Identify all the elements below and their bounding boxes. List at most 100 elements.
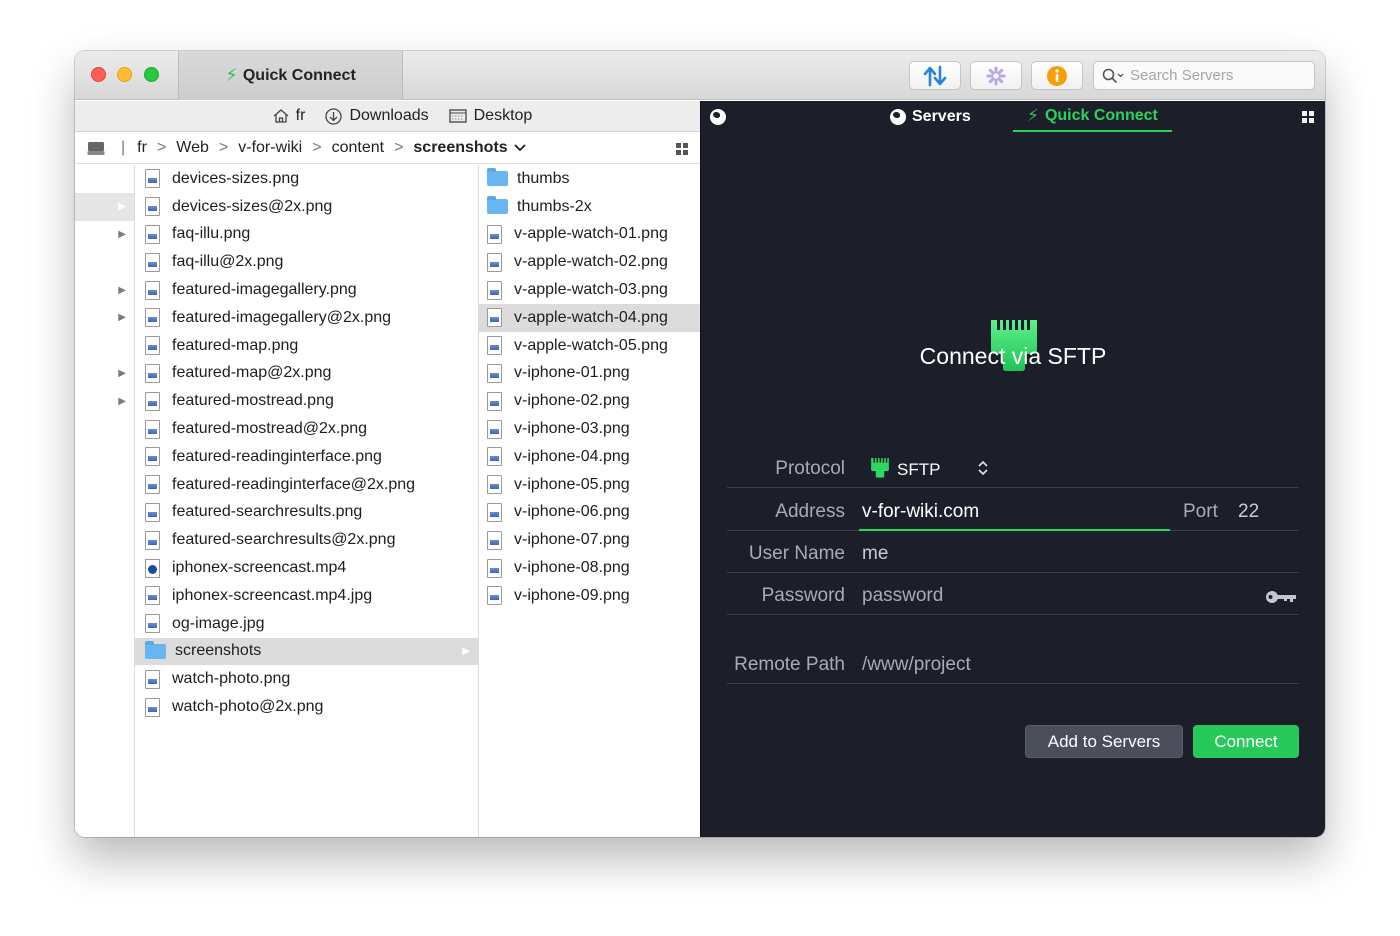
minimize-window-button[interactable] xyxy=(117,67,132,82)
file-row[interactable]: watch-photo@2x.png xyxy=(135,693,478,721)
file-row-selected[interactable]: v-apple-watch-04.png xyxy=(479,303,700,332)
file-row[interactable]: v-apple-watch-05.png xyxy=(479,332,700,360)
key-icon[interactable] xyxy=(1265,589,1297,605)
disclosure-triangle-icon: ▶ xyxy=(118,201,126,213)
up-down-chevron-icon[interactable] xyxy=(977,459,989,477)
file-row[interactable]: featured-map.png xyxy=(135,332,478,360)
file-row[interactable]: featured-readinginterface.png xyxy=(135,443,478,471)
folder-row[interactable]: thumbs-2x xyxy=(479,193,700,221)
file-row[interactable]: faq-illu@2x.png xyxy=(135,248,478,276)
file-row[interactable]: featured-imagegallery.png xyxy=(135,276,478,304)
chevron-down-icon[interactable] xyxy=(514,144,526,152)
globe-icon[interactable] xyxy=(710,109,726,125)
image-file-icon xyxy=(487,475,502,495)
breadcrumb-item[interactable]: v-for-wiki xyxy=(238,139,302,157)
file-row[interactable]: devices-sizes@2x.png xyxy=(135,193,478,221)
file-name: featured-searchresults@2x.png xyxy=(172,531,396,549)
file-row[interactable]: faq-illu.png xyxy=(135,221,478,249)
image-file-icon xyxy=(487,224,502,244)
breadcrumb-item[interactable]: fr xyxy=(137,139,147,157)
password-input[interactable]: password xyxy=(862,585,943,607)
image-file-icon xyxy=(487,447,502,467)
address-input[interactable]: v-for-wiki.com xyxy=(862,501,979,523)
breadcrumb-current[interactable]: screenshots xyxy=(413,139,507,157)
file-name: v-iphone-04.png xyxy=(514,447,630,465)
favorite-fr[interactable]: fr xyxy=(273,107,305,125)
disclosure-triangle-icon: ▶ xyxy=(118,228,126,240)
file-row[interactable]: v-apple-watch-01.png xyxy=(479,221,700,249)
file-row[interactable]: featured-mostread@2x.png xyxy=(135,415,478,443)
file-row[interactable]: featured-searchresults@2x.png xyxy=(135,526,478,554)
file-row[interactable]: featured-mostread.png xyxy=(135,387,478,415)
file-row[interactable]: v-iphone-06.png xyxy=(479,499,700,527)
zoom-window-button[interactable] xyxy=(144,67,159,82)
image-file-icon xyxy=(145,419,160,439)
file-row[interactable]: v-iphone-08.png xyxy=(479,554,700,582)
tab-quick-connect-label: Quick Connect xyxy=(242,66,356,84)
image-file-icon xyxy=(145,697,160,717)
info-button[interactable] xyxy=(1031,61,1083,90)
file-name: featured-readinginterface.png xyxy=(172,447,382,465)
file-row[interactable]: v-iphone-09.png xyxy=(479,582,700,610)
file-row[interactable]: v-apple-watch-03.png xyxy=(479,276,700,304)
list-item[interactable]: ▶ xyxy=(75,360,134,388)
list-item[interactable]: ▶ xyxy=(75,276,134,304)
layout-toggle-icon[interactable] xyxy=(1302,111,1314,123)
favorite-desktop[interactable]: Desktop xyxy=(448,107,532,125)
protocol-select[interactable]: SFTP xyxy=(897,460,940,480)
file-row[interactable]: v-iphone-05.png xyxy=(479,471,700,499)
list-item[interactable] xyxy=(75,248,134,276)
image-file-icon xyxy=(145,447,160,467)
transfers-button[interactable] xyxy=(909,61,961,90)
favorite-downloads[interactable]: Downloads xyxy=(325,107,429,125)
username-input[interactable]: me xyxy=(862,543,888,565)
file-row[interactable]: watch-photo.png xyxy=(135,665,478,693)
chevron-right-icon: > xyxy=(312,139,322,156)
image-file-icon xyxy=(487,280,502,300)
activity-button[interactable] xyxy=(970,61,1022,90)
file-row[interactable]: iphonex-screencast.mp4.jpg xyxy=(135,582,478,610)
connect-button[interactable]: Connect xyxy=(1193,725,1299,758)
file-row[interactable]: v-iphone-03.png xyxy=(479,415,700,443)
search-servers-field[interactable] xyxy=(1093,61,1315,90)
app-window: ⚡︎ Quick Connect Search Servers fr Downl… xyxy=(75,51,1325,837)
list-item[interactable] xyxy=(75,165,134,193)
breadcrumb: | fr > Web > v-for-wiki > content > scre… xyxy=(75,133,700,164)
file-row[interactable]: og-image.jpg xyxy=(135,610,478,638)
download-icon xyxy=(325,107,343,125)
image-file-icon xyxy=(487,586,502,606)
remote-path-input[interactable]: /www/project xyxy=(862,654,971,676)
file-name: watch-photo.png xyxy=(172,670,291,688)
view-mode-icon[interactable] xyxy=(676,143,688,155)
tab-servers[interactable]: Servers xyxy=(890,101,971,132)
file-row[interactable]: iphonex-screencast.mp4 xyxy=(135,554,478,582)
breadcrumb-item[interactable]: content xyxy=(332,139,384,157)
folder-row[interactable]: thumbs xyxy=(479,165,700,193)
file-row[interactable]: featured-map@2x.png xyxy=(135,360,478,388)
port-input[interactable]: 22 xyxy=(1238,501,1259,523)
image-file-icon xyxy=(487,419,502,439)
add-to-servers-button[interactable]: Add to Servers xyxy=(1025,725,1183,758)
list-item[interactable]: ▶ xyxy=(75,304,134,332)
list-item[interactable] xyxy=(75,332,134,360)
breadcrumb-item[interactable]: Web xyxy=(176,139,209,157)
file-row[interactable]: v-apple-watch-02.png xyxy=(479,248,700,276)
file-row[interactable]: featured-searchresults.png xyxy=(135,499,478,527)
list-item[interactable]: ▶ xyxy=(75,192,134,221)
image-file-icon xyxy=(145,530,160,550)
list-item[interactable]: ▶ xyxy=(75,221,134,249)
folder-row-selected[interactable]: screenshots ▶ xyxy=(135,637,478,666)
file-row[interactable]: v-iphone-02.png xyxy=(479,387,700,415)
file-row[interactable]: featured-readinginterface@2x.png xyxy=(135,471,478,499)
file-row[interactable]: v-iphone-07.png xyxy=(479,526,700,554)
tab-quick-connect[interactable]: ⚡︎ Quick Connect xyxy=(178,51,403,100)
folder-name: thumbs-2x xyxy=(517,197,592,215)
tab-quick-connect-active[interactable]: ⚡︎ Quick Connect xyxy=(1013,101,1172,132)
list-item[interactable]: ▶ xyxy=(75,387,134,415)
file-row[interactable]: v-iphone-01.png xyxy=(479,360,700,388)
file-row[interactable]: devices-sizes.png xyxy=(135,165,478,193)
file-row[interactable]: v-iphone-04.png xyxy=(479,443,700,471)
file-row[interactable]: featured-imagegallery@2x.png xyxy=(135,304,478,332)
close-window-button[interactable] xyxy=(91,67,106,82)
search-servers-input[interactable] xyxy=(1130,67,1305,84)
